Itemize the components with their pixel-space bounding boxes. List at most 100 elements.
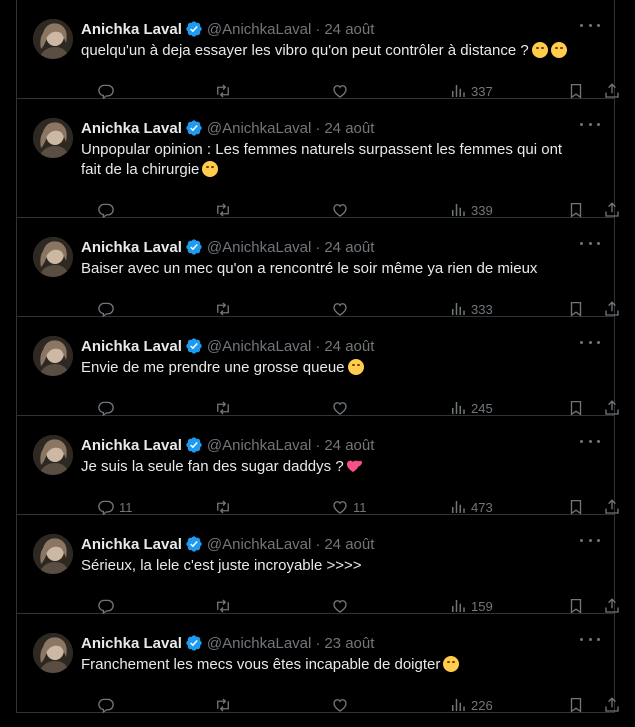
tweet-date[interactable]: 23 août: [324, 635, 374, 652]
tweet-date[interactable]: 24 août: [324, 536, 374, 553]
more-dots-icon[interactable]: [580, 337, 600, 347]
repost-button[interactable]: [213, 497, 237, 517]
tweet[interactable]: Anichka Laval @AnichkaLaval · 24 août Sé…: [17, 515, 619, 616]
like-button[interactable]: [331, 200, 353, 220]
tweet[interactable]: Anichka Laval @AnichkaLaval · 24 août Ba…: [17, 218, 619, 319]
views-button[interactable]: 245: [449, 398, 493, 418]
share-button[interactable]: [603, 695, 621, 715]
author-handle[interactable]: @AnichkaLaval: [207, 635, 311, 652]
author-name[interactable]: Anichka Laval: [81, 437, 182, 454]
author-name[interactable]: Anichka Laval: [81, 120, 182, 137]
bookmark-button[interactable]: [567, 398, 585, 418]
author-name[interactable]: Anichka Laval: [81, 338, 182, 355]
views-button[interactable]: 473: [449, 497, 493, 517]
author-name[interactable]: Anichka Laval: [81, 635, 182, 652]
tweet-header: Anichka Laval @AnichkaLaval · 24 août: [81, 18, 598, 40]
tweet-date[interactable]: 24 août: [324, 120, 374, 137]
author-handle[interactable]: @AnichkaLaval: [207, 239, 311, 256]
tweet[interactable]: Anichka Laval @AnichkaLaval · 23 août Fr…: [17, 614, 619, 715]
like-icon: [333, 85, 347, 98]
author-name[interactable]: Anichka Laval: [81, 21, 182, 38]
avatar[interactable]: [33, 19, 73, 59]
avatar[interactable]: [33, 336, 73, 376]
tweet[interactable]: Anichka Laval @AnichkaLaval · 24 août Je…: [17, 416, 619, 517]
tweet[interactable]: Anichka Laval @AnichkaLaval · 24 août qu…: [17, 0, 619, 101]
share-button[interactable]: [603, 398, 621, 418]
bookmark-button[interactable]: [567, 497, 585, 517]
views-button[interactable]: 337: [449, 81, 493, 101]
author-handle[interactable]: @AnichkaLaval: [207, 536, 311, 553]
bookmark-icon: [570, 499, 582, 515]
share-button[interactable]: [603, 81, 621, 101]
share-button[interactable]: [603, 299, 621, 319]
bookmark-button[interactable]: [567, 299, 585, 319]
share-icon: [605, 400, 619, 415]
bookmark-icon: [570, 400, 582, 416]
bookmark-button[interactable]: [567, 200, 585, 220]
bookmark-button[interactable]: [567, 596, 585, 616]
reply-button[interactable]: [97, 695, 119, 715]
author-handle[interactable]: @AnichkaLaval: [207, 120, 311, 137]
reply-icon: [98, 302, 114, 318]
like-button[interactable]: [331, 299, 353, 319]
reply-button[interactable]: [97, 398, 119, 418]
avatar[interactable]: [33, 534, 73, 574]
reply-button[interactable]: [97, 596, 119, 616]
bookmark-button[interactable]: [567, 695, 585, 715]
reply-button[interactable]: [97, 200, 119, 220]
more-dots-icon[interactable]: [580, 119, 600, 129]
reply-button[interactable]: 11: [97, 497, 133, 517]
like-button[interactable]: [331, 398, 353, 418]
avatar[interactable]: [33, 633, 73, 673]
more-dots-icon[interactable]: [580, 238, 600, 248]
tweet-date[interactable]: 24 août: [324, 437, 374, 454]
reply-button[interactable]: [97, 299, 119, 319]
avatar[interactable]: [33, 237, 73, 277]
like-button[interactable]: [331, 81, 353, 101]
avatar[interactable]: [33, 435, 73, 475]
reply-icon: [98, 203, 114, 219]
view-count: 473: [471, 499, 493, 515]
tweet-text: Sérieux, la lele c'est juste incroyable …: [81, 557, 362, 574]
tweet-date[interactable]: 24 août: [324, 21, 374, 38]
author-name[interactable]: Anichka Laval: [81, 239, 182, 256]
share-icon: [605, 499, 619, 514]
author-name[interactable]: Anichka Laval: [81, 536, 182, 553]
more-dots-icon[interactable]: [580, 20, 600, 30]
avatar[interactable]: [33, 118, 73, 158]
like-button[interactable]: 11: [331, 497, 367, 517]
repost-icon: [217, 698, 229, 712]
views-button[interactable]: 159: [449, 596, 493, 616]
views-button[interactable]: 333: [449, 299, 493, 319]
bookmark-button[interactable]: [567, 81, 585, 101]
share-icon: [605, 598, 619, 613]
like-button[interactable]: [331, 596, 353, 616]
reply-button[interactable]: [97, 81, 119, 101]
repost-button[interactable]: [213, 596, 237, 616]
repost-button[interactable]: [213, 398, 237, 418]
more-dots-icon[interactable]: [580, 436, 600, 446]
tweet-emojis: [345, 359, 364, 376]
more-dots-icon[interactable]: [580, 634, 600, 644]
share-icon: [605, 697, 619, 712]
share-button[interactable]: [603, 497, 621, 517]
views-button[interactable]: 339: [449, 200, 493, 220]
repost-button[interactable]: [213, 200, 237, 220]
like-icon: [333, 303, 347, 316]
more-dots-icon[interactable]: [580, 535, 600, 545]
share-button[interactable]: [603, 200, 621, 220]
tweet[interactable]: Anichka Laval @AnichkaLaval · 24 août Un…: [17, 99, 619, 220]
like-button[interactable]: [331, 695, 353, 715]
author-handle[interactable]: @AnichkaLaval: [207, 437, 311, 454]
repost-button[interactable]: [213, 81, 237, 101]
tweet-date[interactable]: 24 août: [324, 338, 374, 355]
views-button[interactable]: 226: [449, 695, 493, 715]
tweet[interactable]: Anichka Laval @AnichkaLaval · 24 août En…: [17, 317, 619, 418]
author-handle[interactable]: @AnichkaLaval: [207, 21, 311, 38]
reply-count: 11: [119, 499, 133, 515]
share-button[interactable]: [603, 596, 621, 616]
author-handle[interactable]: @AnichkaLaval: [207, 338, 311, 355]
repost-button[interactable]: [213, 299, 237, 319]
repost-button[interactable]: [213, 695, 237, 715]
tweet-date[interactable]: 24 août: [324, 239, 374, 256]
